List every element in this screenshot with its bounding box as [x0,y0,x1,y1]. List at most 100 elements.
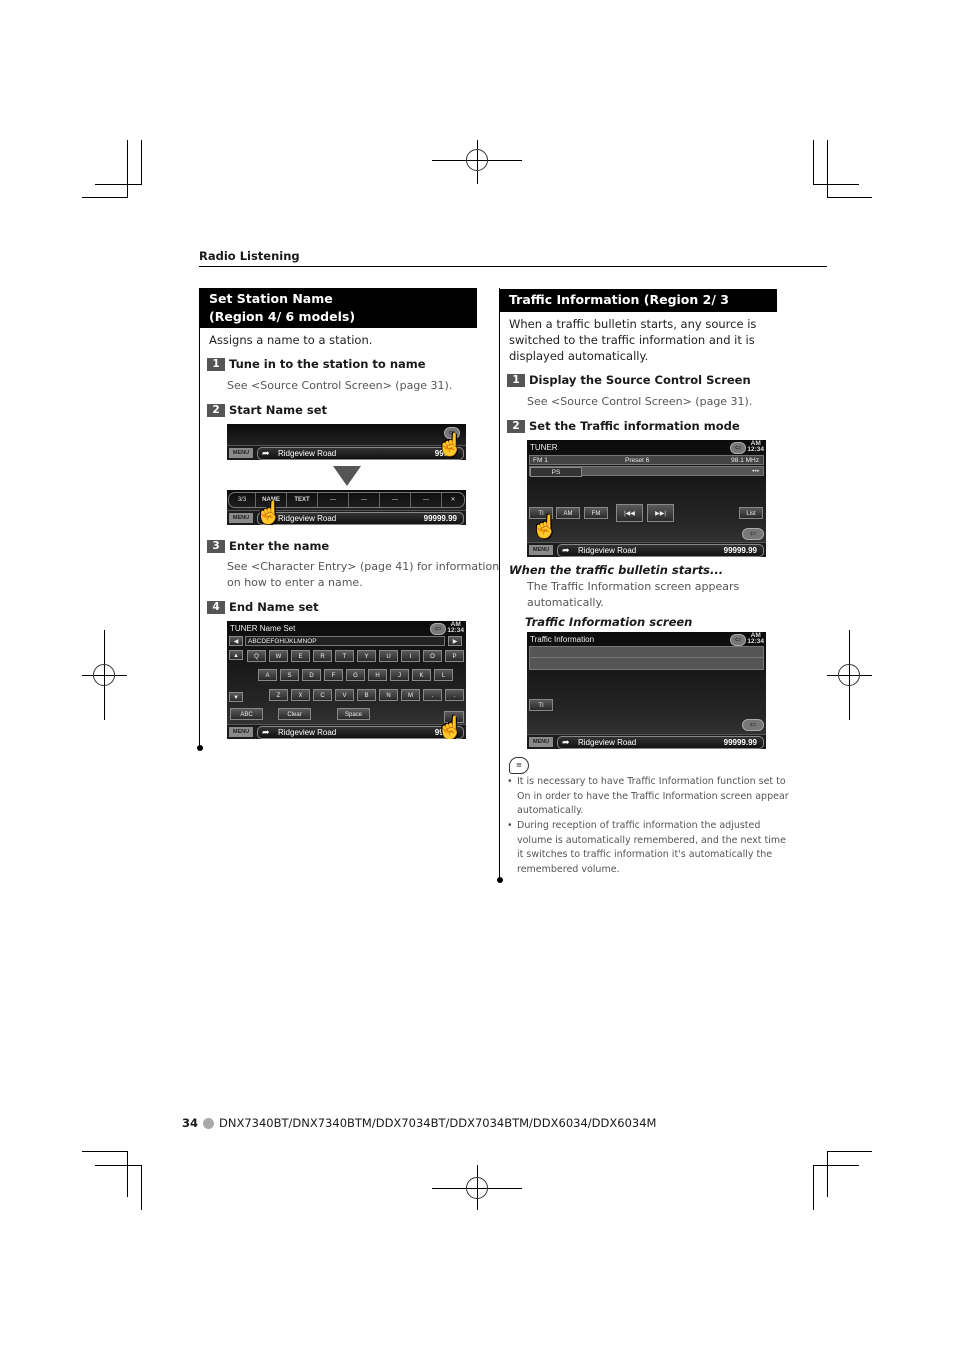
screen-caption: Traffic Information screen [525,615,693,629]
step-label: Start Name set [229,403,328,417]
keyboard-key[interactable]: B [357,689,376,701]
tab-empty[interactable]: — [411,493,442,507]
note-1: It is necessary to have Traffic Informat… [507,775,789,819]
close-icon[interactable]: ✕ [442,493,464,507]
clear-button[interactable]: Clear [278,708,311,720]
clock: AM 12:34 [747,632,764,645]
keyboard-key[interactable]: N [379,689,398,701]
keyboard-key[interactable]: Y [357,650,376,662]
turn-right-icon: ➦ [262,448,270,458]
screen-function-bar: 3/3 NAME TEXT — — — — ✕ MENU Ridgeview R… [227,490,466,525]
back-button[interactable]: ⇦ [730,442,746,454]
keyboard-key[interactable]: E [291,650,310,662]
return-button[interactable]: ⇦ [742,719,764,731]
step-3-desc-line1: See <Character Entry> (page 41) for info… [227,560,500,573]
keyboard-key[interactable]: V [335,689,354,701]
frequency: 98.1 MHz [731,457,759,464]
tab-empty[interactable]: — [318,493,349,507]
page-number: 34 [182,1116,199,1130]
left-column-rule [199,288,200,748]
road-name: Ridgeview Road [278,514,337,523]
keyboard-key[interactable]: L [434,669,453,681]
right-column-rule [499,288,500,881]
nav-bar[interactable]: ➦ Ridgeview Road 99999 [257,447,464,460]
nav-bar[interactable]: Ridgeview Road 99999.99 [257,512,464,525]
name-entry-field[interactable]: ABCDEFGHIJKLMNOP [245,636,445,646]
keyboard-key[interactable]: U [379,650,398,662]
menu-button[interactable]: MENU [529,545,553,555]
seek-back-button[interactable]: |◀◀ [616,504,643,522]
ti-button[interactable]: TI [529,699,553,711]
keyboard-key[interactable]: A [258,669,277,681]
tab-page[interactable]: 3/3 [229,493,256,507]
cursor-left-button[interactable]: ◀ [229,636,243,646]
keyboard-key[interactable]: X [291,689,310,701]
keyboard-key[interactable]: C [313,689,332,701]
menu-button[interactable]: MENU [529,737,553,747]
step-2: 2 Set the Traffic information mode [507,419,740,433]
keyboard-key[interactable]: . [445,689,464,701]
am-button[interactable]: AM [556,507,580,519]
keyboard-key[interactable]: H [368,669,387,681]
keyboard-key[interactable]: R [313,650,332,662]
distance: 99999.99 [723,738,757,747]
scroll-down-button[interactable]: ▼ [229,692,243,702]
back-button[interactable]: ⇦ [430,623,446,635]
status-bar: MENU ➦ Ridgeview Road 99999 [227,724,466,739]
keyboard-key[interactable]: . [423,689,442,701]
step-2: 2 Start Name set [207,403,327,417]
tab-empty[interactable]: — [349,493,380,507]
space-button[interactable]: Space [337,708,370,720]
preset: Preset 6 [625,457,650,464]
heading-line2: (Region 4/ 6 models) [209,309,356,324]
tab-text[interactable]: TEXT [287,493,318,507]
menu-button[interactable]: MENU [229,448,253,458]
scroll-up-button[interactable]: ▲ [229,650,243,660]
keyboard-key[interactable]: F [324,669,343,681]
keyboard-key[interactable]: W [269,650,288,662]
keyboard-key[interactable]: Q [247,650,266,662]
tab-empty[interactable]: — [380,493,411,507]
screen-name-set: TUNER Name Set ⇦ AM 12:34 ◀ ABCDEFGHIJKL… [227,621,466,739]
step-label: End Name set [229,600,319,614]
keyboard-key[interactable]: O [423,650,442,662]
step-number: 1 [207,357,225,371]
keyboard-key[interactable]: J [390,669,409,681]
menu-button[interactable]: MENU [229,513,253,523]
return-button[interactable]: ⇦ [742,528,764,540]
heading-line1: Set Station Name [209,291,333,306]
step-number: 3 [207,539,225,553]
step-label: Display the Source Control Screen [529,373,751,387]
screen-title: TUNER Name Set [230,624,296,633]
keyboard-key[interactable]: S [280,669,299,681]
header-rule [199,266,827,267]
keyboard-key[interactable]: D [302,669,321,681]
fm-button[interactable]: FM [584,507,608,519]
nav-bar[interactable]: ➦ Ridgeview Road 99999.99 [557,736,764,749]
keyboard-key[interactable]: I [401,650,420,662]
nav-bar[interactable]: ➦ Ridgeview Road 99999 [257,726,464,739]
turn-right-icon: ➦ [562,545,570,555]
bullet-dot-icon [203,1117,215,1129]
info-row-2 [529,658,764,670]
step-label: Tune in to the station to name [229,357,426,371]
seek-forward-button[interactable]: ▶▶| [647,504,674,522]
model-list: DNX7340BT/DNX7340BTM/DDX7034BT/DDX7034BT… [219,1116,657,1130]
cursor-right-button[interactable]: ▶ [448,636,462,646]
nav-bar[interactable]: ➦ Ridgeview Road 99999.99 [557,544,764,557]
keyboard-key[interactable]: Z [269,689,288,701]
when-desc-line1: The Traffic Information screen appears [527,580,740,593]
menu-button[interactable]: MENU [229,727,253,737]
keyboard-key[interactable]: T [335,650,354,662]
keyboard-key[interactable]: P [445,650,464,662]
section-label: Radio Listening [199,249,300,263]
abc-button[interactable]: ABC [230,708,263,720]
intro-line2: switched to the traffic information and … [509,333,755,347]
keyboard-key[interactable]: M [401,689,420,701]
left-column-end-dot [197,745,203,751]
info-row-1 [529,646,764,658]
back-button[interactable]: ⇦ [730,634,746,646]
keyboard-key[interactable]: K [412,669,431,681]
keyboard-key[interactable]: G [346,669,365,681]
list-button[interactable]: List [739,507,763,519]
